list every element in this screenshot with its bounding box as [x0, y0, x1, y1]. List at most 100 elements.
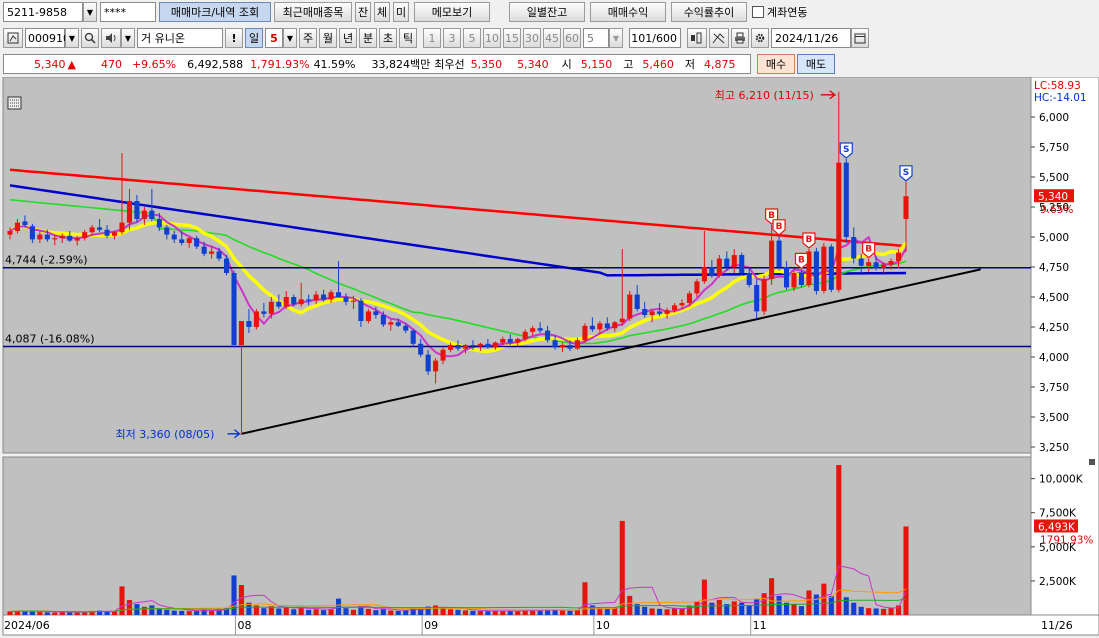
interval-1-button[interactable]: 1: [423, 28, 441, 48]
volume-bar: [492, 610, 498, 615]
interval-select[interactable]: 5: [583, 28, 609, 48]
interval-5-button[interactable]: 5: [463, 28, 481, 48]
return-trend-button[interactable]: 수익률추이: [671, 2, 747, 22]
volume-bar: [52, 612, 58, 615]
candle-body: [559, 345, 566, 348]
volume-bar: [373, 610, 379, 615]
candle-body: [238, 321, 245, 345]
candle-body: [470, 345, 476, 347]
price-tick-label: 3,250: [1039, 442, 1069, 454]
trade-mark-query-button[interactable]: 매매마크/내역 조회: [159, 2, 271, 22]
unfilled-button[interactable]: 미: [393, 2, 409, 22]
price-tick-label: 4,500: [1039, 292, 1069, 304]
interval-45-button[interactable]: 45: [543, 28, 561, 48]
period-value-input[interactable]: 5: [265, 28, 283, 48]
display-count-field[interactable]: 101/600: [629, 28, 681, 48]
volume-bar: [679, 608, 685, 615]
volume: 6,492,588: [187, 57, 244, 71]
candle-body: [709, 267, 715, 276]
period-month-button[interactable]: 월: [319, 28, 337, 48]
volume-bar: [612, 608, 618, 615]
period-tick-button[interactable]: 틱: [399, 28, 417, 48]
display-count: 101: [631, 31, 653, 45]
recent-items-button[interactable]: 최근매매종목: [274, 2, 352, 22]
volume-bar: [283, 607, 289, 615]
print-icon[interactable]: [731, 28, 749, 48]
pane-resize-icon: [1089, 459, 1095, 465]
volume-bar: [746, 605, 752, 615]
candle-body: [888, 261, 894, 265]
period-dropdown-icon[interactable]: ▼: [283, 28, 297, 48]
period-year-button[interactable]: 년: [339, 28, 357, 48]
volume-tag-label: 6,493K: [1038, 521, 1076, 533]
interval-3-button[interactable]: 3: [443, 28, 461, 48]
interval-30-button[interactable]: 30: [523, 28, 541, 48]
daily-balance-button[interactable]: 일별잔고: [509, 2, 585, 22]
candle-body: [813, 251, 819, 291]
chart-panel[interactable]: 6,000 5,750 5,500 5,250 5,000 4,750 4,500 4,250…: [0, 76, 1099, 638]
speaker-icon[interactable]: [101, 28, 121, 48]
x-axis-panel: [2, 614, 1099, 636]
memo-button[interactable]: 메모보기: [414, 2, 490, 22]
checkbox-icon[interactable]: [752, 6, 764, 18]
candle-body: [268, 301, 274, 314]
volume-bar: [477, 611, 483, 615]
interval-60-button[interactable]: 60: [563, 28, 581, 48]
candle-body: [7, 231, 13, 235]
price-volume-chart[interactable]: 6,0005,7505,5005,2505,0004,7504,5004,250…: [0, 76, 1099, 638]
stock-code-input[interactable]: 000910: [25, 28, 70, 48]
price-tick-label: 4,250: [1039, 322, 1069, 334]
sell-button[interactable]: 매도: [797, 54, 835, 74]
gear-icon[interactable]: [751, 28, 769, 48]
period-minute-button[interactable]: 분: [359, 28, 377, 48]
date-field[interactable]: 2024/11/26: [771, 28, 851, 48]
volume-bar: [186, 611, 192, 615]
volume-pane: [2, 456, 1032, 616]
stock-name-field[interactable]: 거 유니온: [137, 28, 223, 48]
volume-bar: [671, 608, 678, 615]
account-link-checkbox[interactable]: 계좌연동: [752, 4, 807, 20]
draw-tool-icon[interactable]: [709, 28, 729, 48]
period-day-button[interactable]: 일: [245, 28, 263, 48]
current-pct-tag-label: 9.65%: [1040, 204, 1073, 216]
volume-bar: [642, 606, 648, 615]
volume-pct-tag-label: 1791.93%: [1040, 534, 1093, 546]
interval-15-button[interactable]: 15: [503, 28, 521, 48]
alert-icon[interactable]: !: [225, 28, 243, 48]
candle-body: [567, 345, 573, 349]
volume-bar: [664, 609, 670, 615]
candle-body: [776, 240, 782, 267]
trade-profit-button[interactable]: 매매수익: [590, 2, 666, 22]
interval-dropdown-icon[interactable]: ▼: [609, 28, 623, 48]
volume-bar: [694, 601, 700, 615]
volume-bar: [888, 607, 894, 615]
buy-button[interactable]: 매수: [757, 54, 795, 74]
candle-body: [858, 258, 864, 266]
search-icon[interactable]: [81, 28, 99, 48]
candle-body: [783, 267, 790, 288]
calendar-icon[interactable]: [851, 28, 869, 48]
chart-type-icon[interactable]: [3, 28, 23, 48]
period-second-button[interactable]: 초: [379, 28, 397, 48]
interval-10-button[interactable]: 10: [483, 28, 501, 48]
account-select[interactable]: 5211-9858: [3, 2, 83, 22]
zoom-icon[interactable]: [687, 28, 707, 48]
sound-dropdown-icon[interactable]: ▼: [121, 28, 135, 48]
candle-body: [447, 345, 454, 350]
quote-bar: 5,340 ▲ 470 +9.65% 6,492,588 1,791.93% 4…: [0, 53, 1099, 75]
candle-body: [574, 340, 581, 349]
candle-body: [29, 226, 35, 240]
filled-button[interactable]: 체: [374, 2, 390, 22]
candle-body: [530, 328, 536, 332]
account-dropdown-icon[interactable]: ▼: [83, 2, 97, 22]
password-field[interactable]: ****: [100, 2, 156, 22]
volume-bar: [731, 601, 737, 615]
candle-body: [462, 345, 469, 349]
balance-button[interactable]: 잔: [355, 2, 371, 22]
turnover-rate: 41.59%: [313, 57, 356, 71]
price-change-pct: +9.65%: [131, 57, 177, 71]
price-tick-label: 5,750: [1039, 142, 1069, 154]
period-week-button[interactable]: 주: [299, 28, 317, 48]
code-dropdown-icon[interactable]: ▼: [65, 28, 79, 48]
candle-body: [321, 294, 327, 300]
